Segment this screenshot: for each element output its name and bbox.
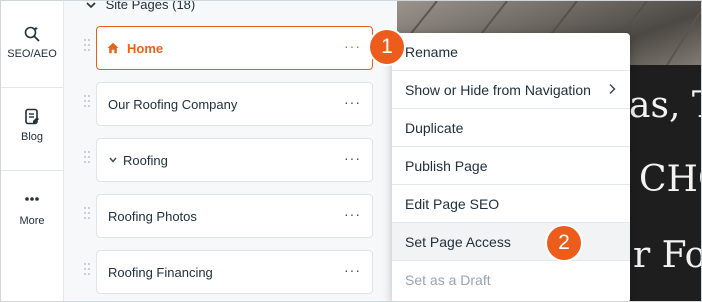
menu-item-duplicate[interactable]: Duplicate	[392, 109, 630, 147]
menu-item-show-hide-navigation[interactable]: Show or Hide from Navigation	[392, 71, 630, 109]
preview-hero-text: CHC	[639, 159, 701, 200]
page-item-our-roofing-company[interactable]: Our Roofing Company ···	[96, 82, 373, 126]
more-dots-icon	[25, 197, 39, 201]
page-menu-button[interactable]: ···	[344, 94, 361, 110]
menu-item-label: Rename	[405, 44, 458, 60]
rail-more[interactable]: More	[1, 195, 63, 227]
page-menu-button[interactable]: ···	[344, 262, 361, 278]
page-menu-button[interactable]: ···	[344, 206, 361, 222]
page-item-label: Roofing Financing	[108, 265, 213, 280]
drag-handle-icon[interactable]	[84, 39, 90, 57]
preview-hero-text: r Fo	[633, 235, 701, 276]
page-item-roofing-financing[interactable]: Roofing Financing ···	[96, 250, 373, 294]
site-pages-title: Site Pages (18)	[105, 0, 196, 12]
drag-handle-icon[interactable]	[84, 95, 90, 113]
page-menu-button[interactable]: ···	[344, 150, 361, 166]
page-item-roofing-photos[interactable]: Roofing Photos ···	[96, 194, 373, 238]
rail-seo-aeo[interactable]: SEO/AEO	[1, 25, 63, 60]
menu-item-set-page-access[interactable]: Set Page Access	[392, 223, 630, 261]
menu-item-set-as-draft[interactable]: Set as a Draft	[392, 261, 630, 299]
page-menu-button[interactable]: ···	[344, 38, 361, 54]
blog-icon	[25, 108, 39, 125]
chevron-down-icon[interactable]	[109, 157, 117, 163]
step-badge-2: 2	[547, 226, 581, 260]
chevron-down-icon	[86, 2, 96, 9]
page-item-label: Our Roofing Company	[108, 97, 238, 112]
menu-item-label: Duplicate	[405, 120, 464, 136]
menu-item-label: Set Page Access	[405, 234, 511, 250]
page-item-home[interactable]: Home ···	[96, 26, 373, 70]
preview-hero-text: as, T	[629, 85, 701, 126]
drag-handle-icon[interactable]	[84, 263, 90, 281]
rail-blog-label: Blog	[20, 131, 44, 143]
menu-item-label: Show or Hide from Navigation	[405, 82, 591, 98]
rail-divider	[1, 87, 63, 88]
page-item-label: Roofing	[123, 153, 168, 168]
left-rail: SEO/AEO Blog More	[1, 1, 64, 301]
seo-search-icon	[24, 26, 40, 42]
menu-item-label: Edit Page SEO	[405, 196, 500, 212]
rail-blog[interactable]: Blog	[1, 108, 63, 143]
page-context-menu: Rename Show or Hide from Navigation Dupl…	[392, 33, 630, 301]
page-item-roofing[interactable]: Roofing ···	[96, 138, 373, 182]
drag-handle-icon[interactable]	[84, 207, 90, 225]
site-pages-header[interactable]: Site Pages (18)	[86, 0, 196, 12]
menu-item-publish-page[interactable]: Publish Page	[392, 147, 630, 185]
chevron-right-icon	[609, 83, 616, 95]
page-item-label: Roofing Photos	[108, 209, 197, 224]
menu-item-rename[interactable]: Rename	[392, 33, 630, 71]
rail-more-label: More	[19, 215, 45, 227]
home-icon	[107, 42, 119, 54]
menu-item-label: Set as a Draft	[405, 272, 491, 288]
page-item-label: Home	[127, 41, 164, 56]
menu-item-edit-page-seo[interactable]: Edit Page SEO	[392, 185, 630, 223]
drag-handle-icon[interactable]	[84, 151, 90, 169]
step-badge-1: 1	[370, 30, 404, 64]
editor-window: SEO/AEO Blog More Site Pages (18) Home ·…	[0, 0, 702, 302]
rail-seo-label: SEO/AEO	[7, 48, 57, 60]
rail-divider	[1, 170, 63, 171]
site-pages-panel: Site Pages (18) Home ··· Our Roofing Com…	[64, 1, 397, 301]
menu-item-label: Publish Page	[405, 158, 488, 174]
